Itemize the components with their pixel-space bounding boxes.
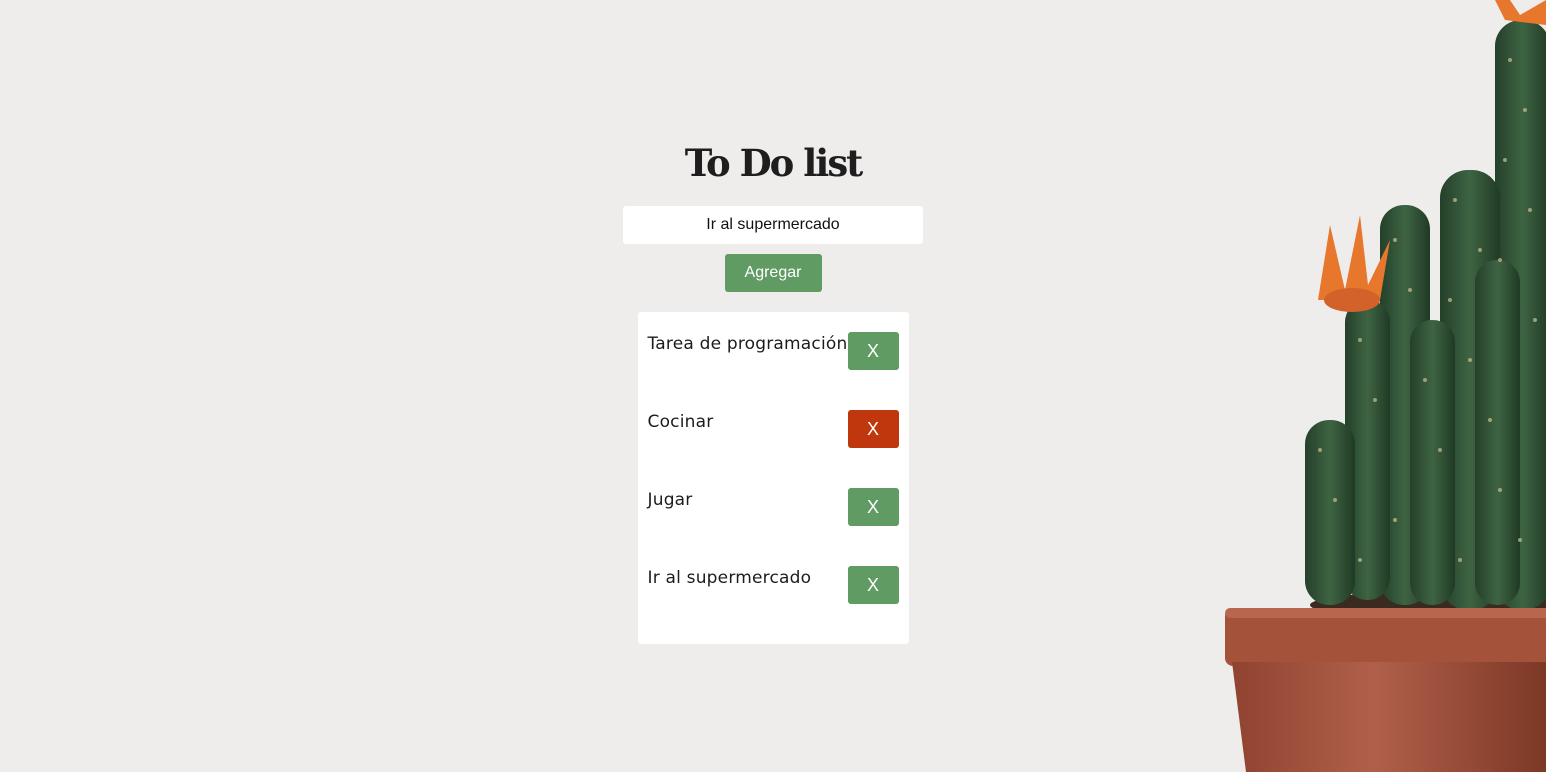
delete-task-button[interactable]: X xyxy=(847,488,899,526)
delete-task-button[interactable]: X xyxy=(847,332,899,370)
task-text: Tarea de programación xyxy=(647,334,848,354)
add-task-button[interactable]: Agregar xyxy=(724,254,822,292)
cactus-icon xyxy=(1305,20,1546,610)
task-input[interactable] xyxy=(623,206,923,244)
task-item: Tarea de programación X xyxy=(648,332,899,410)
task-item: Cocinar X xyxy=(648,410,899,488)
todo-app: To Do list Agregar Tarea de programación… xyxy=(623,140,923,644)
flower-icon xyxy=(1318,0,1546,312)
delete-task-button[interactable]: X xyxy=(847,566,899,604)
task-text: Ir al supermercado xyxy=(647,568,812,588)
delete-task-button[interactable]: X xyxy=(847,410,899,448)
page-title: To Do list xyxy=(684,141,864,185)
task-item: Ir al supermercado X xyxy=(648,566,899,604)
task-item: Jugar X xyxy=(648,488,899,566)
task-text: Cocinar xyxy=(647,412,714,432)
task-list: Tarea de programación X Cocinar X Jugar … xyxy=(637,312,909,644)
task-text: Jugar xyxy=(647,490,693,510)
